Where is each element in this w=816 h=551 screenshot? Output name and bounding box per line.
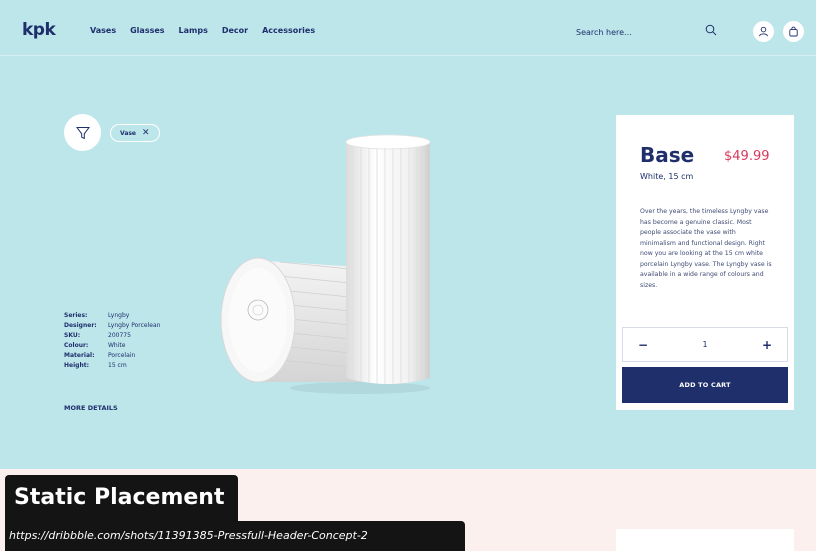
caption-url: https://dribbble.com/shots/11391385-Pres… — [5, 521, 465, 551]
shopping-bag-icon — [789, 26, 798, 37]
spec-key: Colour: — [64, 341, 89, 349]
spec-row: Material: Porcelain — [64, 350, 214, 360]
search-input[interactable] — [576, 25, 686, 39]
filter-funnel-icon — [75, 126, 90, 139]
spec-value: 15 cm — [108, 361, 127, 369]
chip-close-icon[interactable]: ✕ — [142, 128, 150, 138]
account-button[interactable] — [753, 21, 774, 42]
product-image — [220, 134, 430, 394]
spec-value: 200775 — [108, 331, 131, 339]
user-icon — [759, 26, 768, 37]
decrease-quantity-button[interactable]: − — [623, 328, 663, 361]
product-price: $49.99 — [724, 149, 770, 164]
nav-lamps[interactable]: Lamps — [179, 26, 208, 35]
product-specs: Series: Lyngby Designer: Lyngby Porcelea… — [64, 310, 214, 370]
product-description: Over the years, the timeless Lyngby vase… — [640, 208, 772, 289]
increase-quantity-button[interactable]: + — [747, 328, 787, 361]
caption-title: Static Placement — [5, 475, 239, 521]
search-icon[interactable] — [705, 24, 717, 36]
cart-button[interactable] — [783, 21, 804, 42]
spec-key: Series: — [64, 311, 88, 319]
hero-section: kpk Vases Glasses Lamps Decor Accessorie… — [0, 0, 816, 469]
product-title: Base — [640, 143, 695, 167]
nav-decor[interactable]: Decor — [222, 26, 248, 35]
product-variant: White, 15 cm — [640, 172, 694, 181]
nav-accessories[interactable]: Accessories — [262, 26, 315, 35]
filter-chip-vase[interactable]: Vase ✕ — [110, 124, 160, 142]
add-to-cart-button[interactable]: ADD TO CART — [622, 367, 788, 403]
filter-button[interactable] — [64, 114, 101, 151]
spec-key: Material: — [64, 351, 95, 359]
quantity-value: 1 — [702, 340, 708, 349]
quantity-stepper: − 1 + — [622, 327, 788, 362]
filter-chip-label: Vase — [120, 129, 137, 137]
logo[interactable]: kpk — [22, 20, 56, 40]
next-section-card — [616, 529, 794, 551]
spec-row: Colour: White — [64, 340, 214, 350]
spec-value: Lyngby Porcelean — [108, 321, 161, 329]
spec-value: Porcelain — [108, 351, 136, 359]
main-nav: Vases Glasses Lamps Decor Accessories — [90, 26, 329, 35]
more-details-link[interactable]: MORE DETAILS — [64, 404, 118, 412]
nav-glasses[interactable]: Glasses — [130, 26, 164, 35]
spec-row: Height: 15 cm — [64, 360, 214, 370]
top-navigation: kpk Vases Glasses Lamps Decor Accessorie… — [0, 0, 816, 56]
spec-key: Height: — [64, 361, 89, 369]
spec-value: Lyngby — [108, 311, 130, 319]
nav-vases[interactable]: Vases — [90, 26, 116, 35]
spec-key: Designer: — [64, 321, 97, 329]
spec-row: Series: Lyngby — [64, 310, 214, 320]
spec-key: SKU: — [64, 331, 81, 339]
spec-value: White — [108, 341, 126, 349]
spec-row: SKU: 200775 — [64, 330, 214, 340]
spec-row: Designer: Lyngby Porcelean — [64, 320, 214, 330]
product-card: Base $49.99 White, 15 cm Over the years,… — [616, 115, 794, 410]
